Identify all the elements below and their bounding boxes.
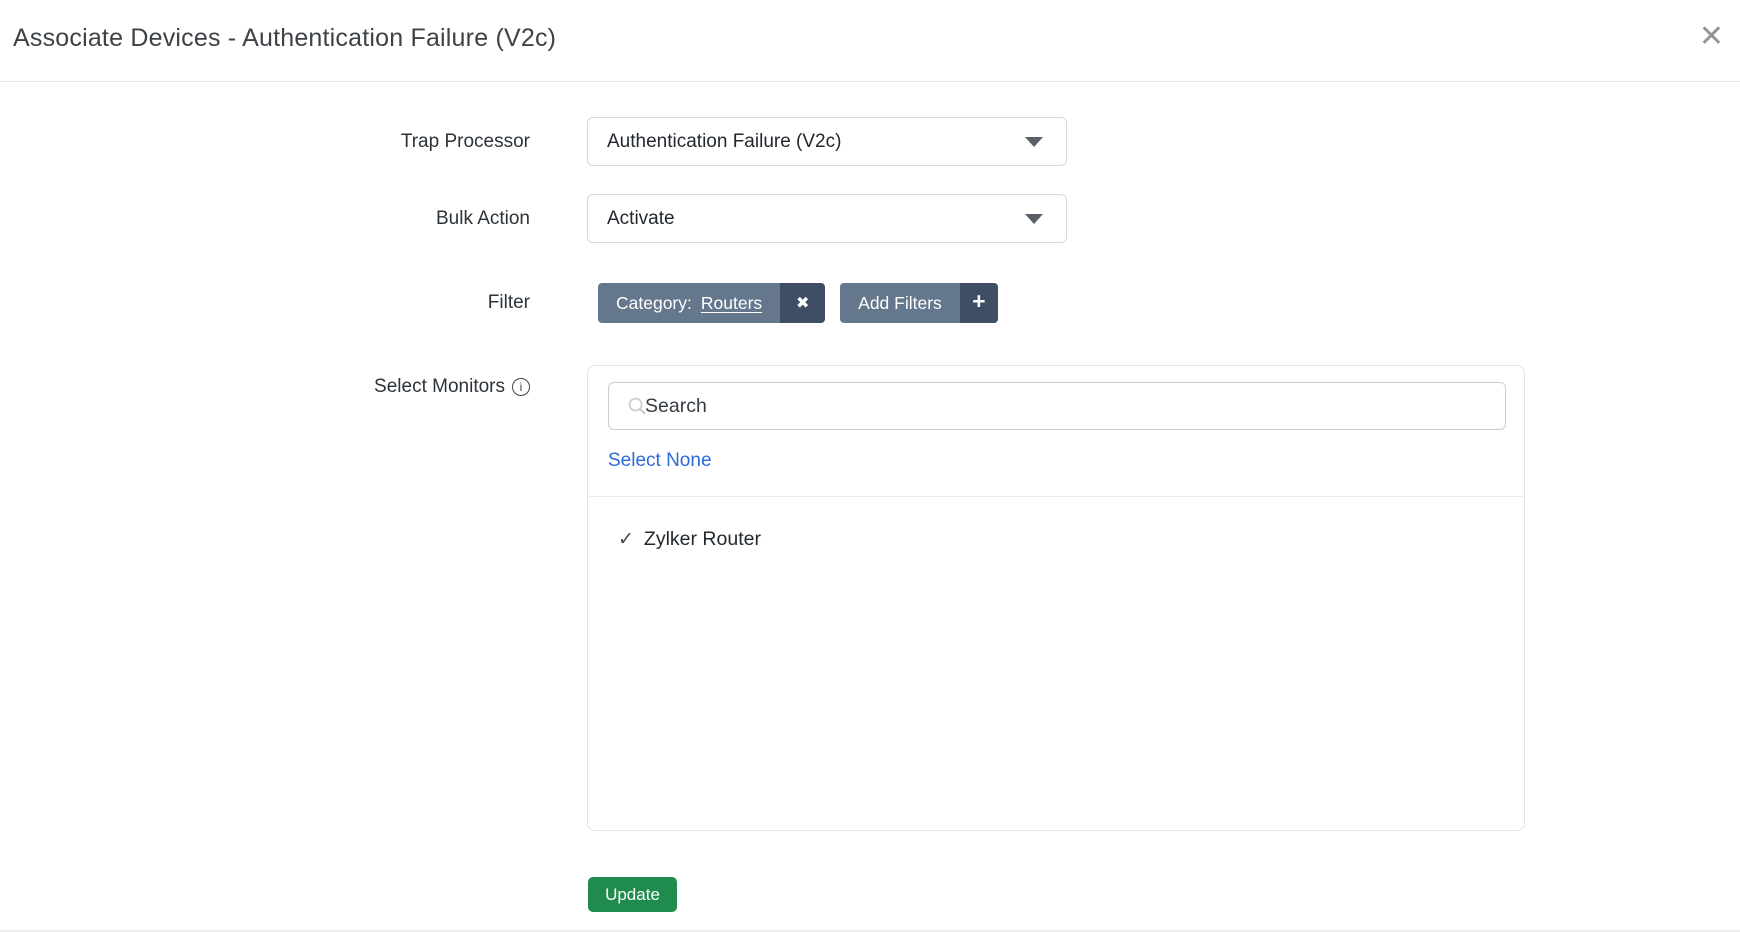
monitor-row[interactable]: ✓ Zylker Router — [618, 528, 1524, 551]
add-filters-label: Add Filters — [858, 293, 942, 314]
plus-icon: + — [972, 288, 985, 315]
trap-processor-select[interactable]: Authentication Failure (V2c) — [587, 117, 1067, 166]
select-none-link[interactable]: Select None — [608, 450, 712, 472]
check-icon: ✓ — [618, 528, 634, 551]
filter-chip-category: Category: Routers ✖ — [598, 283, 825, 323]
bulk-action-value: Activate — [607, 208, 675, 230]
monitor-list: ✓ Zylker Router — [588, 497, 1524, 551]
bulk-action-label: Bulk Action — [0, 194, 530, 243]
modal-header: Associate Devices - Authentication Failu… — [0, 0, 1740, 82]
add-filters-chip: Add Filters + — [840, 283, 998, 323]
monitors-panel: Select None ✓ Zylker Router — [587, 365, 1525, 831]
filter-label: Filter — [0, 283, 530, 323]
filter-chip-prefix: Category: — [616, 293, 692, 314]
search-input[interactable] — [608, 382, 1506, 430]
close-x-icon: ✖ — [796, 293, 809, 313]
remove-filter-button[interactable]: ✖ — [780, 283, 825, 323]
search-field-wrapper — [608, 382, 1506, 430]
page-title: Associate Devices - Authentication Failu… — [13, 24, 556, 53]
select-monitors-label: Select Monitors — [374, 376, 505, 398]
chevron-down-icon — [1025, 214, 1043, 224]
trap-processor-label: Trap Processor — [0, 117, 530, 166]
filter-chip-value-link[interactable]: Routers — [701, 293, 762, 314]
add-filter-plus-button[interactable]: + — [960, 283, 998, 323]
associate-devices-modal: Associate Devices - Authentication Failu… — [0, 0, 1740, 932]
chevron-down-icon — [1025, 137, 1043, 147]
info-icon[interactable]: i — [512, 378, 530, 396]
monitor-label: Zylker Router — [644, 528, 761, 551]
close-icon[interactable]: ✕ — [1699, 22, 1724, 52]
trap-processor-value: Authentication Failure (V2c) — [607, 131, 841, 153]
filter-chip-category-body: Category: Routers — [598, 283, 780, 323]
bulk-action-select[interactable]: Activate — [587, 194, 1067, 243]
update-button[interactable]: Update — [588, 877, 677, 912]
select-monitors-label-row: Select Monitors i — [0, 365, 530, 409]
add-filters-button[interactable]: Add Filters — [840, 283, 960, 323]
filter-chips: Category: Routers ✖ Add Filters + — [598, 283, 998, 323]
